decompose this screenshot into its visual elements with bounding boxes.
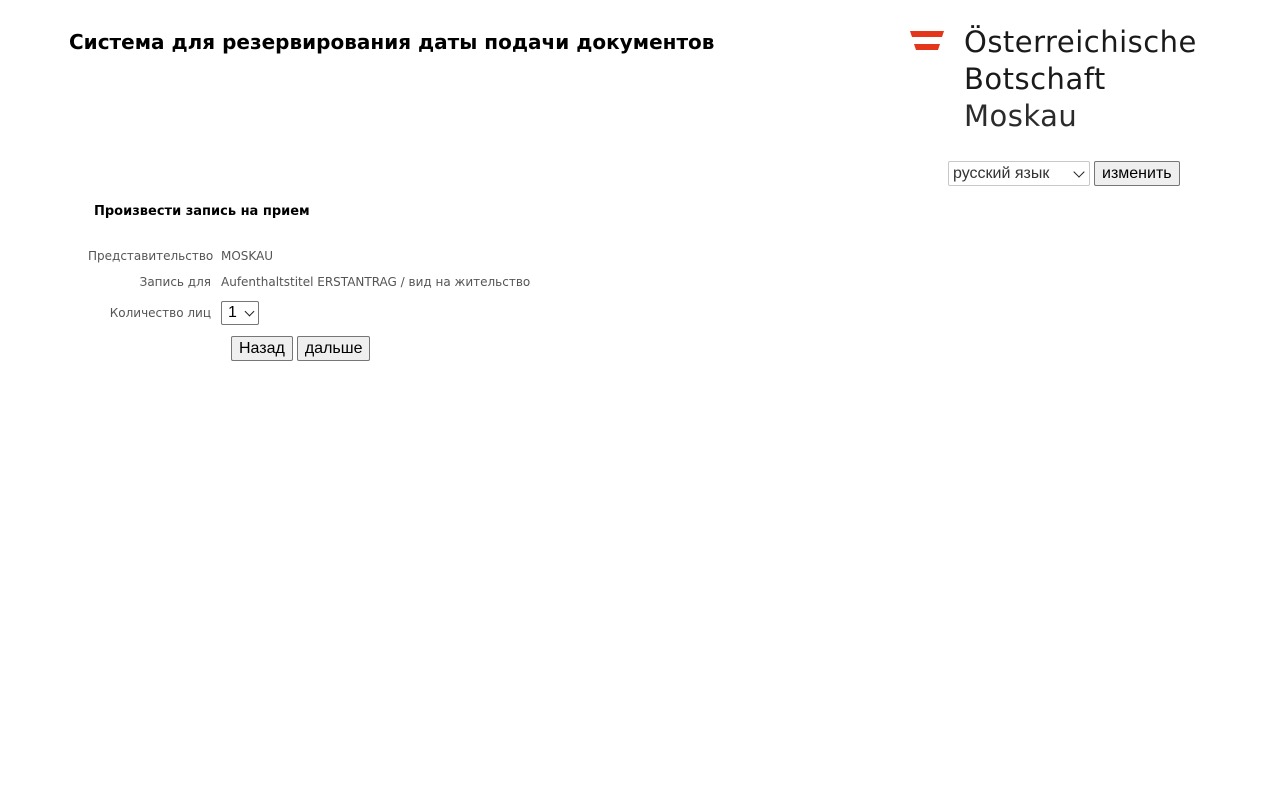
logo-line-embassy: Botschaft <box>964 62 1106 96</box>
logo-line-country: Österreichische <box>964 25 1197 59</box>
language-switcher: русский язык изменить <box>948 161 1180 186</box>
appointment-type-label: Запись для <box>139 275 211 289</box>
form-row-appointment-type: Запись для Aufenthaltstitel ERSTANTRAG /… <box>88 273 531 291</box>
form-row-person-count: Количество лиц 1 <box>88 301 259 325</box>
change-language-button[interactable]: изменить <box>1094 161 1180 186</box>
form-actions: Назад дальше <box>231 336 371 361</box>
representation-value: MOSKAU <box>221 249 274 263</box>
embassy-logo: Österreichische Botschaft Moskau <box>910 24 1200 134</box>
back-button[interactable]: Назад <box>231 336 293 361</box>
austrian-flag-icon <box>910 31 944 50</box>
person-count-value: 1 <box>228 304 237 321</box>
representation-label: Представительство <box>88 249 214 263</box>
form-title: Произвести запись на прием <box>94 204 310 219</box>
language-select-value: русский язык <box>953 164 1050 182</box>
logo-line-city: Moskau <box>964 99 1078 133</box>
person-count-label: Количество лиц <box>109 306 211 320</box>
form-row-representation: Представительство MOSKAU <box>88 247 273 265</box>
next-button[interactable]: дальше <box>296 336 371 361</box>
chevron-down-icon <box>1073 165 1085 178</box>
appointment-type-value: Aufenthaltstitel ERSTANTRAG / вид на жит… <box>221 275 531 289</box>
logo-text: Österreichische Botschaft Moskau <box>964 24 1197 135</box>
language-select[interactable]: русский язык <box>948 161 1090 186</box>
chevron-down-icon <box>244 306 255 317</box>
person-count-select[interactable]: 1 <box>221 301 259 325</box>
page: Система для резервирования даты подачи д… <box>0 0 1280 800</box>
page-title: Система для резервирования даты подачи д… <box>69 30 715 54</box>
